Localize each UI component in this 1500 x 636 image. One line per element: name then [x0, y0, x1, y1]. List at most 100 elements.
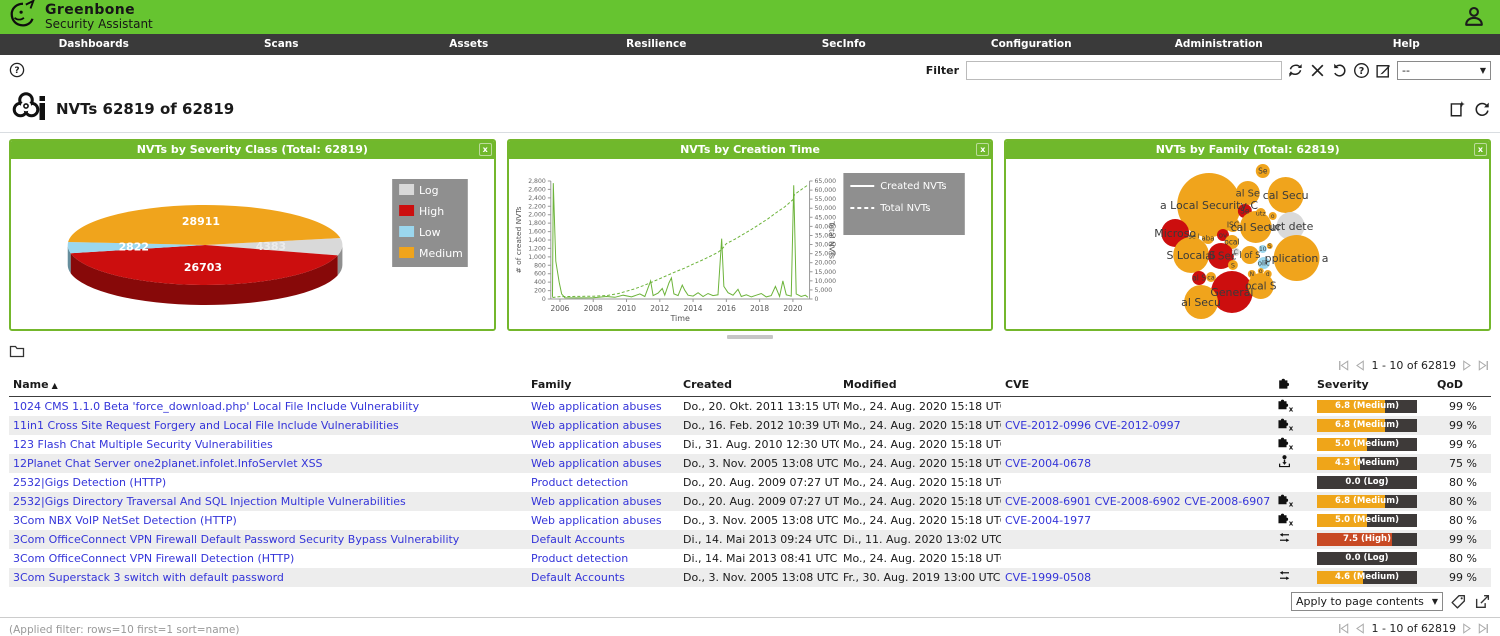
family-link[interactable]: Default Accounts	[531, 533, 625, 546]
created-date: Do., 3. Nov. 2005 13:08 UTC	[679, 511, 839, 530]
cve-link[interactable]: CVE-2008-6901	[1005, 495, 1091, 508]
nav-item-dashboards[interactable]: Dashboards	[0, 34, 188, 55]
created-date: Do., 3. Nov. 2005 13:08 UTC	[679, 568, 839, 587]
reset-filter-icon[interactable]	[1331, 62, 1348, 79]
severity-bar: 4.6 (Medium)	[1317, 571, 1417, 584]
nvt-name-link[interactable]: 1024 CMS 1.1.0 Beta 'force_download.php'…	[13, 400, 419, 413]
close-icon[interactable]: x	[479, 143, 492, 156]
solution-type-workaround-icon	[1277, 530, 1292, 545]
svg-text:2,200: 2,200	[528, 203, 546, 210]
nav-item-help[interactable]: Help	[1313, 34, 1500, 55]
chevron-down-icon: ▼	[1426, 597, 1438, 606]
column-header-cve[interactable]: CVE	[1001, 373, 1273, 397]
column-header-qod[interactable]: QoD	[1433, 373, 1491, 397]
nvt-name-link[interactable]: 11in1 Cross Site Request Forgery and Loc…	[13, 419, 399, 432]
panel-severity-class-header[interactable]: NVTs by Severity Class (Total: 62819) x	[11, 141, 494, 159]
column-header-modified[interactable]: Modified	[839, 373, 1001, 397]
column-header-solution-type[interactable]	[1273, 373, 1313, 397]
family-link[interactable]: Web application abuses	[531, 514, 662, 527]
nvt-name-link[interactable]: 2532|Gigs Detection (HTTP)	[13, 476, 166, 489]
column-header-name[interactable]: Name▲	[9, 373, 527, 397]
folder-icon[interactable]	[9, 343, 25, 363]
reload-icon[interactable]	[1473, 100, 1491, 118]
nav-item-secinfo[interactable]: SecInfo	[750, 34, 938, 55]
edit-filter-icon[interactable]	[1375, 62, 1392, 79]
pagination-prev-icon[interactable]	[1352, 358, 1367, 373]
nav-item-resilience[interactable]: Resilience	[563, 34, 751, 55]
panel-family-header[interactable]: NVTs by Family (Total: 62819) x	[1006, 141, 1489, 159]
pagination-next-icon[interactable]	[1460, 621, 1475, 636]
cve-link[interactable]: CVE-2012-0997	[1095, 419, 1181, 432]
nvt-name-link[interactable]: 3Com NBX VoIP NetSet Detection (HTTP)	[13, 514, 237, 527]
svg-text:0: 0	[542, 296, 546, 303]
pagination-last-icon[interactable]	[1476, 358, 1491, 373]
brand: Greenbone Security Assistant	[45, 3, 153, 30]
svg-text:# of created NVTs: # of created NVTs	[514, 206, 523, 273]
export-icon[interactable]	[1474, 593, 1491, 610]
cve-link[interactable]: CVE-2004-0678	[1005, 457, 1091, 470]
remove-filter-icon[interactable]	[1309, 62, 1326, 79]
severity-label: 4.3 (Medium)	[1317, 457, 1417, 470]
nvt-name-link[interactable]: 3Com OfficeConnect VPN Firewall Detectio…	[13, 552, 294, 565]
svg-text:2,800: 2,800	[528, 178, 546, 185]
nav-item-assets[interactable]: Assets	[375, 34, 563, 55]
nav-item-scans[interactable]: Scans	[188, 34, 376, 55]
family-link[interactable]: Default Accounts	[531, 571, 625, 584]
nvt-name-link[interactable]: 3Com OfficeConnect VPN Firewall Default …	[13, 533, 459, 546]
family-link[interactable]: Web application abuses	[531, 419, 662, 432]
filter-input[interactable]	[966, 61, 1282, 80]
close-icon[interactable]: x	[976, 143, 989, 156]
nav-item-configuration[interactable]: Configuration	[938, 34, 1126, 55]
apply-to-select[interactable]: Apply to page contents ▼	[1291, 592, 1443, 611]
table-row: 2532|Gigs Directory Traversal And SQL In…	[9, 492, 1491, 511]
column-header-created[interactable]: Created	[679, 373, 839, 397]
nvt-name-link[interactable]: 12Planet Chat Server one2planet.infolet.…	[13, 457, 323, 470]
panel-creation-time-header[interactable]: NVTs by Creation Time x	[509, 141, 992, 159]
created-date: Do., 20. Aug. 2009 07:27 UTC	[679, 492, 839, 511]
user-menu-icon[interactable]	[1462, 5, 1486, 33]
filter-help-icon[interactable]: ?	[1353, 62, 1370, 79]
svg-text:2,600: 2,600	[528, 186, 546, 193]
family-link[interactable]: Web application abuses	[531, 400, 662, 413]
family-bubble-chart[interactable]: a Local Security Cal SeSecal SecuSeutzoM…	[1006, 159, 1489, 329]
pagination-prev-icon[interactable]	[1352, 621, 1367, 636]
cve-link[interactable]: CVE-2004-1977	[1005, 514, 1091, 527]
family-link[interactable]: Web application abuses	[531, 457, 662, 470]
cve-link[interactable]: CVE-2012-0996	[1005, 419, 1091, 432]
nvt-name-link[interactable]: 3Com Superstack 3 switch with default pa…	[13, 571, 284, 584]
svg-text:26703: 26703	[184, 261, 222, 274]
pagination-first-icon[interactable]	[1336, 358, 1351, 373]
pagination-first-icon[interactable]	[1336, 621, 1351, 636]
cve-link[interactable]: CVE-1999-0508	[1005, 571, 1091, 584]
dashboard-resize-handle[interactable]	[727, 335, 773, 339]
family-link[interactable]: Web application abuses	[531, 438, 662, 451]
family-link[interactable]: Product detection	[531, 476, 628, 489]
nvt-name-link[interactable]: 2532|Gigs Directory Traversal And SQL In…	[13, 495, 406, 508]
tag-icon[interactable]	[1450, 593, 1467, 610]
saved-filter-select[interactable]: -- ▼	[1397, 61, 1491, 80]
manual-help-icon[interactable]: ?	[9, 62, 25, 78]
column-header-family[interactable]: Family	[527, 373, 679, 397]
cve-link[interactable]: CVE-2008-6902	[1095, 495, 1181, 508]
close-icon[interactable]: x	[1474, 143, 1487, 156]
nvt-name-link[interactable]: 123 Flash Chat Multiple Security Vulnera…	[13, 438, 273, 451]
svg-text:2012: 2012	[650, 304, 669, 313]
page-title: NVTs 62819 of 62819	[56, 100, 234, 118]
created-date: Di., 14. Mai 2013 09:24 UTC	[679, 530, 839, 549]
pagination-next-icon[interactable]	[1460, 358, 1475, 373]
update-filter-icon[interactable]	[1287, 62, 1304, 79]
svg-text:Medium: Medium	[419, 247, 463, 260]
new-dashboard-icon[interactable]	[1448, 100, 1466, 118]
family-link[interactable]: Product detection	[531, 552, 628, 565]
creation-time-chart[interactable]: 02004006008001,0001,2001,4001,6001,8002,…	[509, 159, 992, 329]
severity-label: 7.5 (High)	[1317, 533, 1417, 546]
family-link[interactable]: Web application abuses	[531, 495, 662, 508]
svg-text:5,000: 5,000	[814, 287, 832, 294]
severity-pie-chart[interactable]: 438326703282228911LogHighLowMedium	[11, 159, 494, 329]
column-header-severity[interactable]: Severity	[1313, 373, 1433, 397]
modified-date: Mo., 24. Aug. 2020 15:18 UTC	[839, 473, 1001, 492]
filter-label: Filter	[926, 64, 959, 77]
nav-item-administration[interactable]: Administration	[1125, 34, 1313, 55]
pagination-last-icon[interactable]	[1476, 621, 1491, 636]
cve-link[interactable]: CVE-2008-6907	[1184, 495, 1270, 508]
